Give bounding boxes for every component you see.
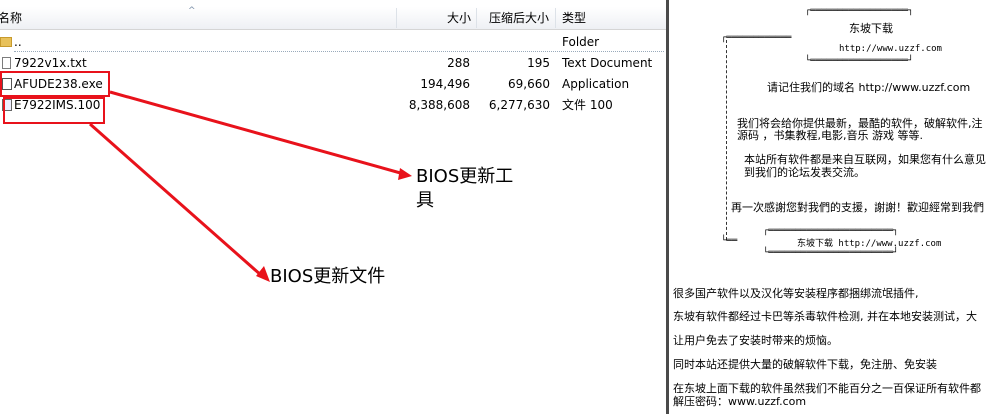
file-size: 194,496 — [420, 77, 470, 91]
folder-icon — [0, 37, 12, 47]
arrowhead-icon — [398, 168, 412, 180]
ascii-border: ┌═══════════════════════┐ — [763, 226, 899, 236]
column-packed-header[interactable]: 压缩后大小 — [489, 7, 549, 29]
file-type: Application — [562, 77, 630, 91]
readme-preview-pane[interactable]: ┌══════════════════┐ 东坡下载 http://www.uzz… — [666, 0, 999, 414]
column-separator[interactable] — [555, 8, 556, 28]
file-packed-size: 195 — [527, 56, 550, 70]
file-type: Text Document — [562, 56, 653, 70]
arrowhead-icon — [256, 266, 270, 282]
readme-line-a: 很多国产软件以及汉化等安装程序都捆绑流氓插件, — [673, 287, 919, 300]
highlight-box-bios-file — [3, 97, 105, 124]
column-separator[interactable] — [396, 8, 397, 28]
file-size: 8,388,608 — [408, 98, 470, 112]
readme-line-b: 东坡有软件都经过卡巴等杀毒软件检测, 并在本地安装测试，大 — [673, 310, 977, 323]
file-packed-size: 6,277,630 — [488, 98, 550, 112]
file-name: 7922v1x.txt — [14, 56, 87, 70]
annotation-file-text: BIOS更新文件 — [270, 266, 386, 287]
arrow-line-file — [89, 122, 263, 278]
ascii-border: ┌════════════ — [721, 33, 792, 43]
readme-line-f: 解压密码：www.uzzf.com — [673, 395, 807, 408]
file-row[interactable]: 7922v1x.txt 288 195 Text Document — [0, 53, 666, 73]
focus-outline — [14, 51, 664, 52]
readme-p2-line2: 到我们的论坛发表交流。 — [744, 166, 865, 179]
ascii-border: └═══════════════════════┘ — [763, 248, 899, 258]
readme-url-top: http://www.uzzf.com — [839, 44, 942, 54]
file-type: 文件 100 — [562, 98, 613, 112]
ascii-border: └══ — [721, 236, 738, 246]
readme-line-c: 让用户免去了安装时带来的烦恼。 — [673, 334, 838, 347]
annotation-file: BIOS更新文件 — [270, 265, 396, 341]
file-size: 288 — [447, 56, 470, 70]
ascii-border — [726, 40, 728, 240]
column-size-header[interactable]: 大小 — [447, 7, 471, 29]
column-name-header[interactable]: 名称 — [0, 7, 22, 29]
sort-up-icon: ^ — [188, 6, 196, 16]
text-file-icon — [2, 57, 11, 69]
ascii-border: └══════════════════┘ — [805, 56, 914, 66]
annotation-tool: BIOS更新工 具 — [416, 165, 536, 213]
file-packed-size: 69,660 — [508, 77, 550, 91]
file-name: .. — [14, 35, 22, 49]
column-separator[interactable] — [476, 8, 477, 28]
file-row-parent[interactable]: .. Folder — [0, 32, 666, 52]
file-list-pane: ^ 名称 大小 压缩后大小 类型 .. Folder 7922v1x.txt 2… — [0, 0, 666, 414]
annotation-tool-line2: 具 — [416, 190, 434, 211]
annotation-tool-line1: BIOS更新工 — [416, 166, 514, 187]
file-type: Folder — [562, 35, 600, 49]
highlight-box-exe — [0, 71, 110, 97]
readme-p1-line2: 源码 ，书集教程,电影,音乐 游戏 等等. — [737, 129, 923, 142]
ascii-border: ┌══════════════════┐ — [805, 6, 914, 16]
readme-thanks: 再一次感謝您對我們的支援，謝謝！歡迎經常到我們 — [731, 201, 984, 214]
column-header: ^ 名称 大小 压缩后大小 类型 — [0, 7, 666, 30]
readme-line-d: 同时本站还提供大量的破解软件下载，免注册、免安装 — [673, 358, 937, 371]
readme-remember: 请记住我们的域名 http://www.uzzf.com — [767, 81, 971, 94]
column-type-header[interactable]: 类型 — [562, 7, 586, 29]
readme-title: 东坡下载 — [849, 22, 893, 35]
